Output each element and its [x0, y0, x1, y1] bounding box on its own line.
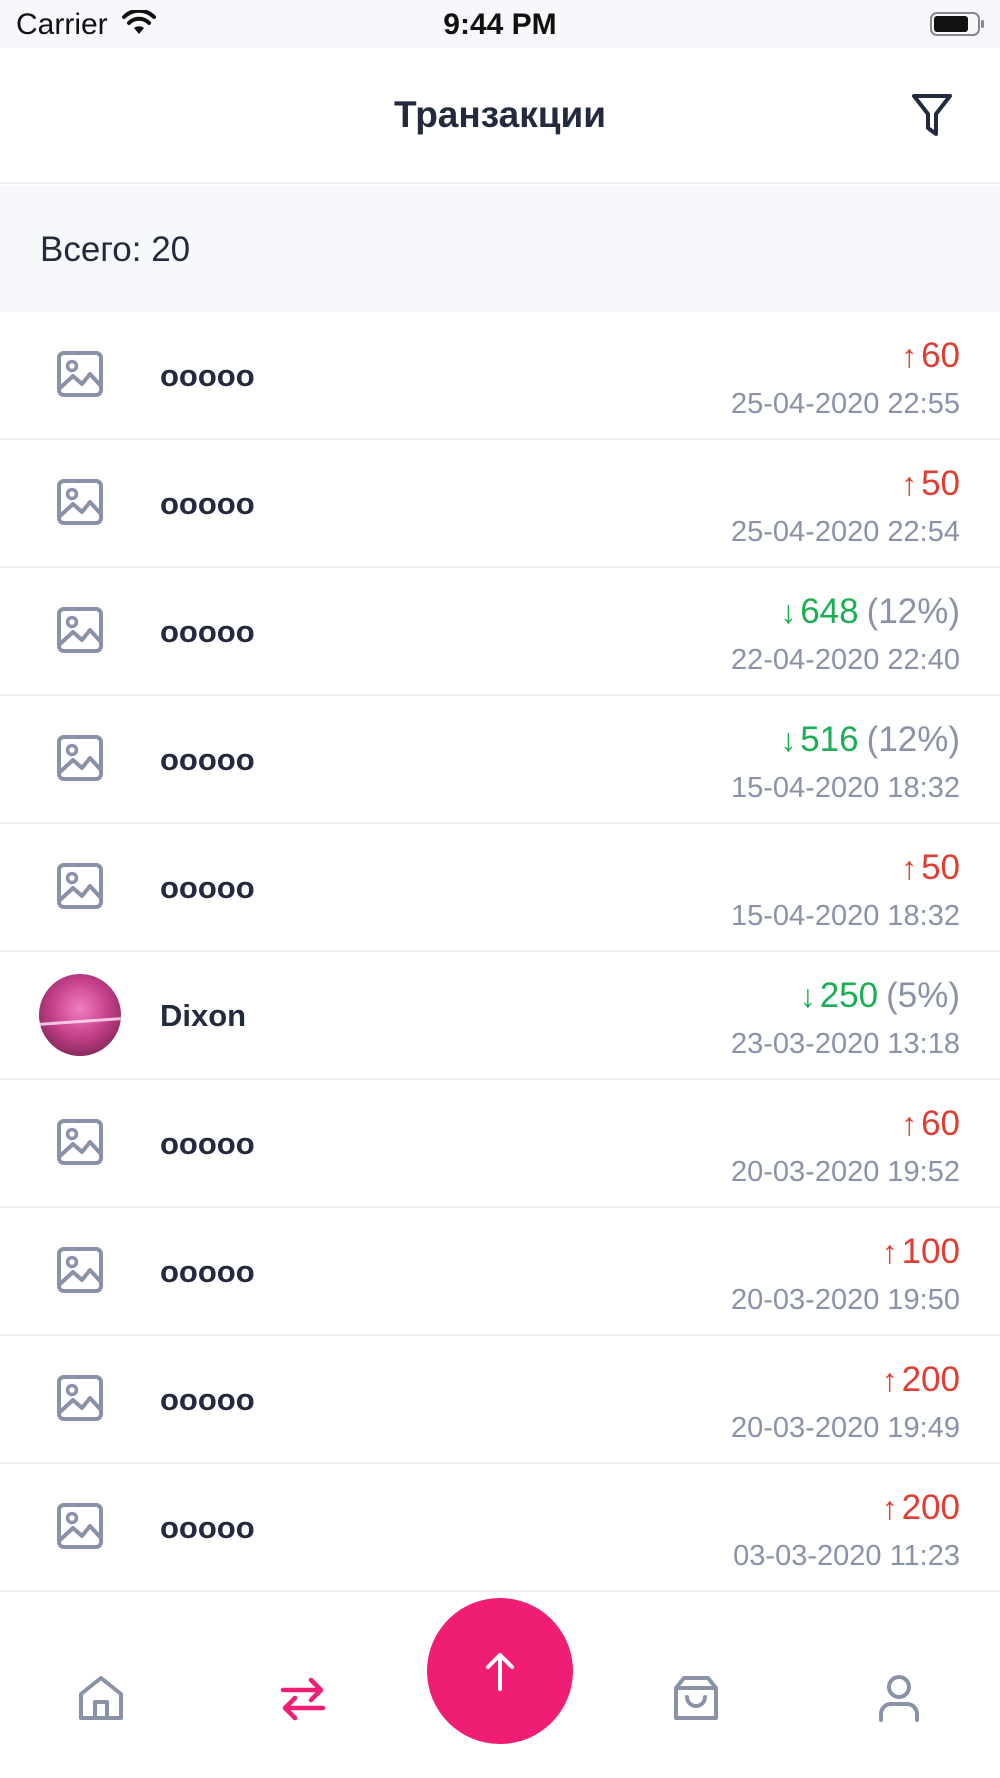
transaction-date: 25-04-2020 22:54 [731, 516, 960, 548]
transaction-date: 20-03-2020 19:52 [731, 1156, 960, 1188]
arrow-up-icon: ↑ [881, 1490, 898, 1526]
transaction-amount: ↓ 648 (12%) [780, 592, 960, 632]
transaction-name: Dixon [160, 998, 247, 1033]
amount-value: 516 [800, 720, 859, 759]
arrow-up-icon: ↑ [901, 850, 918, 886]
transaction-date: 15-04-2020 18:32 [731, 900, 960, 932]
image-icon [57, 607, 103, 653]
shopping-bag-icon [674, 1676, 718, 1720]
transaction-date: 25-04-2020 22:55 [731, 388, 960, 420]
transaction-date: 23-03-2020 13:18 [731, 1028, 960, 1060]
transaction-amount: ↓ 516 (12%) [780, 720, 960, 760]
image-icon [57, 863, 103, 909]
send-up-arrow-icon [486, 1653, 514, 1691]
arrow-down-icon: ↓ [799, 978, 816, 1014]
transactions-screen: Carrier 9:44 PM Транзакции Всего: 20 ooo… [0, 0, 1000, 1778]
arrow-down-icon: ↓ [780, 722, 797, 758]
home-icon [79, 1676, 123, 1720]
image-icon [57, 479, 103, 525]
amount-value: 200 [901, 1488, 960, 1527]
transaction-amount: ↑ 200 [882, 1488, 960, 1528]
transaction-name: ooooo [160, 1510, 255, 1545]
send-button[interactable] [427, 1598, 573, 1744]
amount-percent: (5%) [886, 976, 960, 1015]
image-icon [57, 1119, 103, 1165]
tab-home[interactable] [73, 1670, 129, 1726]
transaction-amount: ↓ 250 (5%) [800, 976, 960, 1016]
transaction-row[interactable]: ooooo ↑ 200 03-03-2020 11:23 [0, 1464, 1000, 1592]
transaction-amount: ↑ 200 [882, 1360, 960, 1400]
amount-value: 250 [819, 976, 879, 1015]
user-icon [879, 1675, 919, 1722]
transaction-row[interactable]: ooooo ↑ 50 15-04-2020 18:32 [0, 824, 1000, 952]
amount-value: 200 [901, 1360, 960, 1399]
transaction-amount: ↑ 50 [901, 848, 960, 888]
transaction-row[interactable]: ooooo ↑ 200 20-03-2020 19:49 [0, 1336, 1000, 1464]
arrow-up-icon: ↑ [881, 1234, 898, 1270]
amount-value: 100 [901, 1232, 960, 1271]
amount-value: 50 [921, 464, 960, 503]
transaction-amount: ↑ 100 [882, 1232, 960, 1272]
image-icon [57, 351, 103, 397]
filter-icon [912, 94, 952, 136]
amount-value: 60 [921, 336, 960, 375]
transfer-arrows-icon [280, 1677, 326, 1721]
amount-percent: (12%) [866, 720, 960, 759]
avatar [39, 974, 121, 1056]
battery-icon [930, 12, 984, 36]
filter-button[interactable] [910, 92, 954, 140]
transaction-name: ooooo [160, 1254, 255, 1289]
amount-percent: (12%) [866, 592, 960, 631]
transaction-name: ooooo [160, 614, 255, 649]
summary-panel: Всего: 20 [0, 186, 1000, 312]
amount-value: 648 [800, 592, 859, 631]
clock: 9:44 PM [443, 8, 557, 41]
image-icon [57, 1247, 103, 1293]
amount-value: 60 [921, 1104, 960, 1143]
amount-value: 50 [921, 848, 960, 887]
arrow-down-icon: ↓ [780, 594, 797, 630]
image-icon [57, 1375, 103, 1421]
transaction-name: ooooo [160, 1382, 255, 1417]
transaction-row[interactable]: ooooo ↓ 516 (12%) 15-04-2020 18:32 [0, 696, 1000, 824]
transaction-amount: ↑ 60 [901, 336, 960, 376]
tab-transactions[interactable] [275, 1670, 331, 1726]
navigation-bar: Транзакции [0, 48, 1000, 184]
total-count: Всего: 20 [40, 230, 191, 269]
transaction-amount: ↑ 60 [901, 1104, 960, 1144]
transaction-row[interactable]: ooooo ↓ 648 (12%) 22-04-2020 22:40 [0, 568, 1000, 696]
transaction-name: ooooo [160, 742, 255, 777]
status-bar: Carrier 9:44 PM [0, 0, 1000, 48]
transaction-name: ooooo [160, 486, 255, 521]
transaction-row[interactable]: ooooo ↑ 100 20-03-2020 19:50 [0, 1208, 1000, 1336]
transaction-name: ooooo [160, 358, 255, 393]
transaction-date: 15-04-2020 18:32 [731, 772, 960, 804]
transaction-row[interactable]: ooooo ↑ 60 25-04-2020 22:55 [0, 312, 1000, 440]
transaction-date: 03-03-2020 11:23 [733, 1540, 960, 1572]
transaction-date: 20-03-2020 19:50 [731, 1284, 960, 1316]
transaction-name: ooooo [160, 870, 255, 905]
transactions-list: ooooo ↑ 60 25-04-2020 22:55 ooooo ↑ 50 25-04-20… [0, 312, 1000, 1592]
transaction-row[interactable]: Dixon ↓ 250 (5%) 23-03-2020 13:18 [0, 952, 1000, 1080]
transaction-name: ooooo [160, 1126, 255, 1161]
transaction-date: 22-04-2020 22:40 [731, 644, 960, 676]
arrow-up-icon: ↑ [901, 466, 918, 502]
image-icon [57, 735, 103, 781]
tab-profile[interactable] [871, 1670, 927, 1726]
arrow-up-icon: ↑ [901, 1106, 918, 1142]
arrow-up-icon: ↑ [901, 338, 918, 374]
transaction-row[interactable]: ooooo ↑ 60 20-03-2020 19:52 [0, 1080, 1000, 1208]
transaction-row[interactable]: ooooo ↑ 50 25-04-2020 22:54 [0, 440, 1000, 568]
transaction-amount: ↑ 50 [901, 464, 960, 504]
tab-shop[interactable] [668, 1670, 724, 1726]
transaction-date: 20-03-2020 19:49 [731, 1412, 960, 1444]
image-icon [57, 1503, 103, 1549]
arrow-up-icon: ↑ [881, 1362, 898, 1398]
page-title: Транзакции [394, 94, 606, 135]
